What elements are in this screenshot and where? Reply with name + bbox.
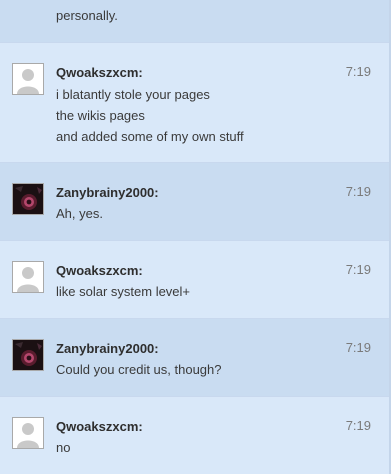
message-line: no [56,440,71,455]
message-line: i blatantly stole your pages [56,87,210,102]
message-time: 7:19 [345,184,371,199]
message-author[interactable]: Zanybrainy2000: [56,341,159,356]
dark-photo-avatar[interactable] [12,339,44,371]
dark-photo-avatar[interactable] [12,183,44,215]
message-author[interactable]: Qwoakszxcm: [56,263,143,278]
default-user-icon[interactable] [12,63,44,95]
chat-message: Zanybrainy2000: 7:19 Could you credit us… [0,318,389,396]
previous-message-partial: personally. [0,0,389,42]
chat-log[interactable]: personally. Qwoakszxcm: 7:19 i blatantly… [0,0,391,474]
message-line: the wikis pages [56,108,145,123]
message-line: and added some of my own stuff [56,129,244,144]
chat-message: Qwoakszxcm: 7:19 like solar system level… [0,240,389,318]
message-time: 7:19 [345,64,371,79]
message-time: 7:19 [345,262,371,277]
message-line: like solar system level+ [56,284,191,299]
message-line: Could you credit us, though? [56,362,222,377]
message-time: 7:19 [345,340,371,355]
message-author[interactable]: Qwoakszxcm: [56,65,143,80]
chat-message: Qwoakszxcm: 7:19 no [0,396,389,474]
message-author[interactable]: Zanybrainy2000: [56,185,159,200]
default-user-icon[interactable] [12,261,44,293]
message-text: personally. [56,8,118,23]
message-line: Ah, yes. [56,206,103,221]
default-user-icon[interactable] [12,417,44,449]
chat-message: Zanybrainy2000: 7:19 Ah, yes. [0,162,389,240]
message-author[interactable]: Qwoakszxcm: [56,419,143,434]
message-time: 7:19 [345,418,371,433]
chat-message: Qwoakszxcm: 7:19 i blatantly stole your … [0,42,389,162]
